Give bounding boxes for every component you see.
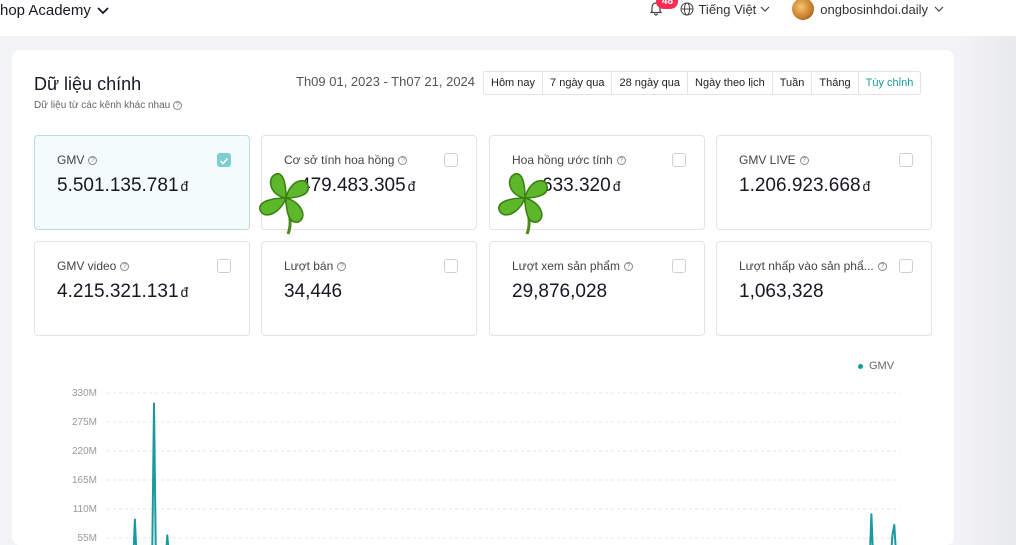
range-calendar-day[interactable]: Ngày theo lịch: [688, 72, 773, 94]
metric-label: GMV video?: [57, 259, 130, 273]
metric-label-text: GMV video: [57, 259, 117, 273]
four-leaf-clover-icon: [259, 172, 309, 235]
currency-unit: đ: [612, 178, 621, 194]
metric-product-views[interactable]: Lượt xem sản phẩm? 29,876,028: [489, 241, 705, 336]
metric-value-number: 34,446: [284, 281, 343, 302]
metric-value-number: 1.206.923.668: [739, 175, 861, 196]
metric-checkbox[interactable]: [217, 259, 231, 273]
metric-label-text: Lượt xem sản phẩm: [512, 259, 620, 273]
metric-checkbox[interactable]: [899, 153, 913, 167]
four-leaf-clover-icon: [498, 172, 548, 235]
range-today[interactable]: Hôm nay: [484, 72, 544, 94]
metric-checkbox[interactable]: [217, 153, 231, 167]
chevron-down-icon: [760, 6, 770, 12]
metric-value-number: 1,063,328: [739, 281, 824, 302]
metric-gmv-video[interactable]: GMV video? 4.215.321.131 đ: [34, 241, 250, 336]
avatar: [792, 0, 815, 20]
info-icon[interactable]: ?: [337, 261, 347, 271]
currency-unit: đ: [407, 178, 416, 194]
metric-label: Lượt xem sản phẩm?: [512, 259, 633, 273]
notification-badge: 48: [656, 0, 679, 9]
metric-label-text: GMV LIVE: [739, 153, 796, 167]
y-tick-label: 165M: [72, 475, 97, 486]
chart-legend[interactable]: GMV: [858, 360, 894, 372]
metric-value: 34,446: [284, 281, 342, 303]
currency-unit: đ: [180, 284, 189, 300]
key-data-card: Dữ liệu chính Dữ liệu từ các kênh khác n…: [12, 50, 954, 545]
chevron-down-icon: [934, 6, 944, 12]
page-edge-shadow: [958, 36, 1016, 545]
section-title: Dữ liệu chính: [34, 74, 142, 94]
metric-value: 29,876,028: [512, 281, 607, 303]
gmv-line-chart: 330M 275M 220M 165M 110M 55M: [72, 388, 900, 545]
info-icon[interactable]: ?: [120, 261, 130, 271]
legend-marker: [858, 363, 863, 369]
info-icon[interactable]: ?: [799, 155, 809, 165]
notification-button[interactable]: 48: [648, 0, 679, 18]
metric-label: GMV LIVE?: [739, 153, 809, 167]
metric-value-number: 4.215.321.131: [57, 281, 179, 302]
y-tick-label: 330M: [72, 388, 97, 399]
chevron-down-icon: [97, 2, 109, 19]
info-icon[interactable]: ?: [173, 101, 183, 110]
subtitle-text: Dữ liệu từ các kênh khác nhau: [34, 100, 171, 111]
y-tick-label: 110M: [73, 504, 97, 515]
metric-label-text: Lượt nhấp vào sản phẩ...: [739, 259, 874, 273]
app-title: hop Academy: [0, 1, 91, 19]
metric-label: GMV?: [57, 153, 98, 167]
metric-label: Lượt bán?: [284, 259, 347, 273]
metric-gmv[interactable]: GMV? 5.501.135.781 đ: [34, 135, 250, 230]
range-week[interactable]: Tuần: [773, 72, 813, 94]
info-icon[interactable]: ?: [398, 155, 408, 165]
range-7-days[interactable]: 7 ngày qua: [543, 72, 613, 94]
section-subtitle: Dữ liệu từ các kênh khác nhau ?: [34, 100, 183, 111]
range-month[interactable]: Tháng: [812, 72, 859, 94]
metric-units-sold[interactable]: Lượt bán? 34,446: [261, 241, 477, 336]
metric-value: 5.501.135.781 đ: [57, 175, 188, 197]
y-tick-label: 220M: [72, 446, 97, 457]
currency-unit: đ: [180, 178, 189, 194]
top-bar: hop Academy 48 Tiếng Việt ongbosinhdoi.d…: [0, 0, 1016, 36]
date-range[interactable]: Th09 01, 2023 - Th07 21, 2024: [296, 74, 475, 89]
metric-checkbox[interactable]: [444, 153, 458, 167]
y-tick-label: 275M: [72, 417, 97, 428]
date-range-tabs: Hôm nay 7 ngày qua 28 ngày qua Ngày theo…: [483, 71, 922, 95]
globe-icon: [680, 2, 694, 16]
app-switcher[interactable]: hop Academy: [0, 0, 109, 20]
info-icon[interactable]: ?: [623, 261, 633, 271]
language-selector[interactable]: Tiếng Việt: [680, 2, 770, 17]
metric-value-number: 5.501.135.781: [57, 175, 179, 196]
language-label: Tiếng Việt: [698, 1, 757, 17]
legend-label: GMV: [869, 360, 895, 372]
metric-checkbox[interactable]: [899, 259, 913, 273]
info-icon[interactable]: ?: [877, 261, 887, 271]
metric-label-text: GMV: [57, 153, 85, 167]
metric-value: 1,063,328: [739, 281, 824, 303]
gmv-series-line[interactable]: [112, 402, 900, 545]
metric-value: 4.215.321.131 đ: [57, 281, 188, 303]
metric-checkbox[interactable]: [444, 259, 458, 273]
metric-value: 1.206.923.668 đ: [739, 175, 870, 197]
info-icon[interactable]: ?: [616, 155, 626, 165]
range-28-days[interactable]: 28 ngày qua: [612, 72, 689, 94]
info-icon[interactable]: ?: [88, 155, 98, 165]
metric-gmv-live[interactable]: GMV LIVE? 1.206.923.668 đ: [716, 135, 932, 230]
metric-checkbox[interactable]: [672, 153, 686, 167]
check-icon: [219, 157, 229, 165]
metric-label-text: Lượt bán: [284, 259, 334, 273]
metric-label: Lượt nhấp vào sản phẩ...?: [739, 259, 887, 273]
range-custom[interactable]: Tùy chỉnh: [859, 72, 921, 94]
metric-value-number: 29,876,028: [512, 281, 608, 302]
username: ongbosinhdoi.daily: [820, 1, 928, 17]
metric-product-clicks[interactable]: Lượt nhấp vào sản phẩ...? 1,063,328: [716, 241, 932, 336]
currency-unit: đ: [862, 178, 871, 194]
metric-checkbox[interactable]: [672, 259, 686, 273]
top-actions: 48 Tiếng Việt ongbosinhdoi.daily: [648, 0, 944, 20]
y-tick-label: 55M: [78, 533, 97, 544]
user-menu[interactable]: ongbosinhdoi.daily: [792, 0, 944, 20]
